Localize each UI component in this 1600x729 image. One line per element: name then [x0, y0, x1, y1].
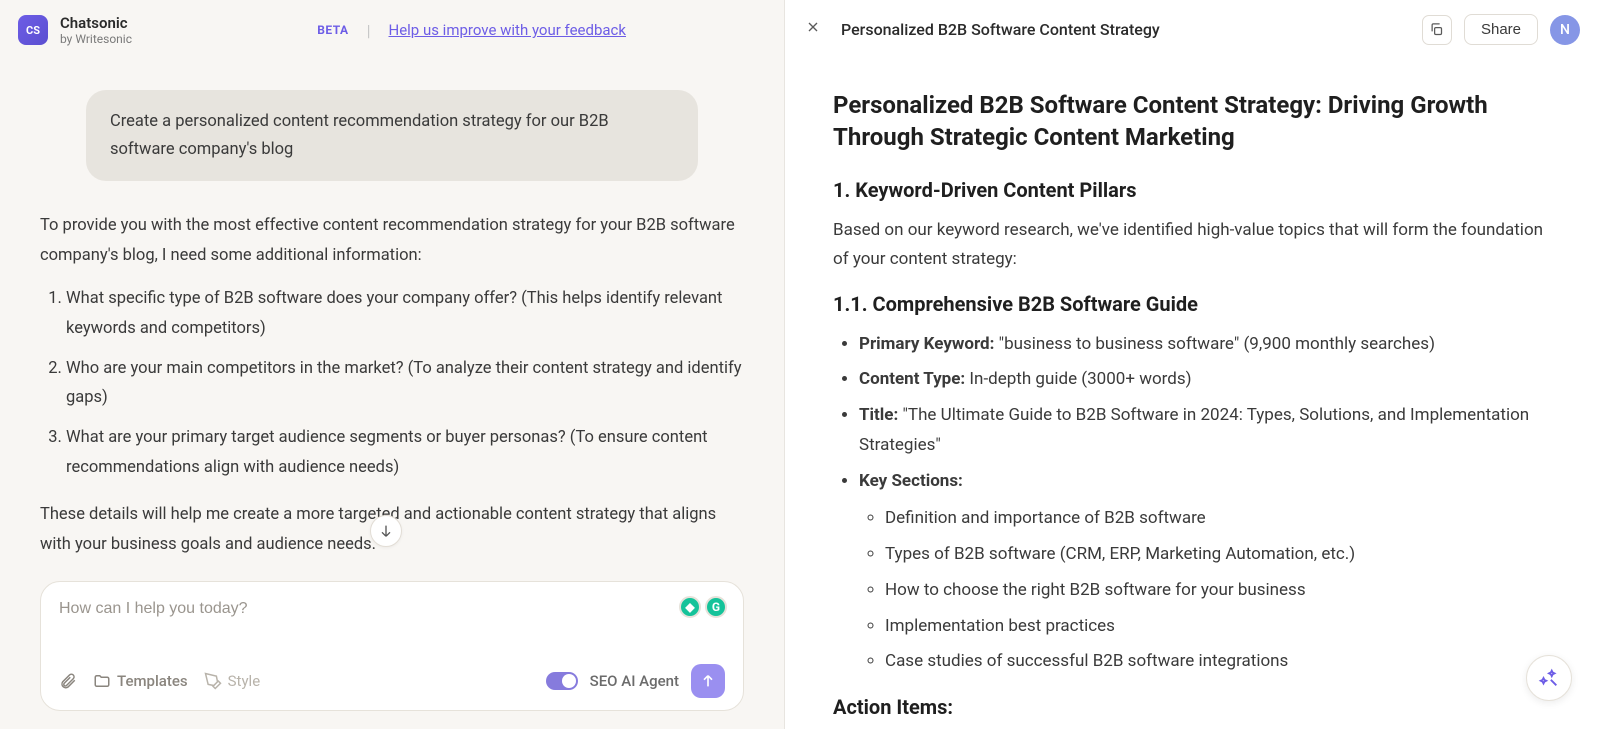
left-header: CS Chatsonic by Writesonic BETA | Help u…	[0, 0, 784, 60]
user-message-bubble: Create a personalized content recommenda…	[86, 90, 698, 180]
document-body[interactable]: Personalized B2B Software Content Strate…	[785, 59, 1600, 729]
message-composer: ◆ G Templates Style SEO AI Agent	[40, 581, 744, 711]
doc-sub-2: Types of B2B software (CRM, ERP, Marketi…	[885, 540, 1544, 570]
seo-agent-toggle[interactable]	[546, 672, 578, 690]
document-header-actions: Share N	[1422, 14, 1580, 45]
header-links: BETA | Help us improve with your feedbac…	[317, 21, 626, 40]
doc-action-items: Action Items:	[833, 695, 1544, 719]
doc-p1: Based on our keyword research, we've ide…	[833, 216, 1544, 274]
document-panel: Personalized B2B Software Content Strate…	[784, 0, 1600, 729]
assistant-question-list: What specific type of B2B software does …	[40, 284, 744, 482]
doc-li-keysections: Key Sections: Definition and importance …	[859, 467, 1544, 678]
style-label: Style	[228, 672, 261, 690]
doc-key-sections-list: Definition and importance of B2B softwar…	[859, 504, 1544, 677]
composer-toolbar: Templates Style SEO AI Agent	[59, 664, 725, 698]
grammarly-tone-icon[interactable]: ◆	[679, 596, 701, 618]
document-title: Personalized B2B Software Content Strate…	[841, 20, 1160, 39]
doc-h3-11: 1.1. Comprehensive B2B Software Guide	[833, 292, 1544, 316]
assistant-intro: To provide you with the most effective c…	[40, 211, 744, 270]
app-subtitle: by Writesonic	[60, 32, 132, 46]
doc-sub-1: Definition and importance of B2B softwar…	[885, 504, 1544, 534]
app-title-block: Chatsonic by Writesonic	[60, 14, 132, 46]
grammarly-badges: ◆ G	[679, 596, 727, 618]
grammarly-icon[interactable]: G	[705, 596, 727, 618]
assistant-q2: Who are your main competitors in the mar…	[66, 354, 744, 413]
doc-h2-1: 1. Keyword-Driven Content Pillars	[833, 178, 1544, 202]
assistant-q1: What specific type of B2B software does …	[66, 284, 744, 343]
feedback-link[interactable]: Help us improve with your feedback	[389, 21, 627, 39]
copy-document-icon[interactable]	[1422, 15, 1452, 45]
doc-sub-5: Case studies of successful B2B software …	[885, 647, 1544, 677]
assistant-message: To provide you with the most effective c…	[40, 211, 744, 560]
document-header: Personalized B2B Software Content Strate…	[785, 0, 1600, 59]
seo-agent-label: SEO AI Agent	[590, 672, 679, 690]
doc-sub-3: How to choose the right B2B software for…	[885, 576, 1544, 606]
close-icon[interactable]	[805, 19, 825, 40]
doc-sub-4: Implementation best practices	[885, 612, 1544, 642]
chat-panel: CS Chatsonic by Writesonic BETA | Help u…	[0, 0, 784, 729]
message-actions	[40, 574, 744, 581]
chat-scroll[interactable]: Create a personalized content recommenda…	[0, 60, 784, 581]
templates-button[interactable]: Templates	[93, 672, 188, 690]
attach-icon[interactable]	[59, 672, 77, 690]
doc-li-primary: Primary Keyword: "business to business s…	[859, 330, 1544, 360]
doc-li-title: Title: "The Ultimate Guide to B2B Softwa…	[859, 401, 1544, 461]
assistant-q3: What are your primary target audience se…	[66, 423, 744, 482]
user-avatar[interactable]: N	[1550, 15, 1580, 45]
templates-label: Templates	[117, 672, 188, 690]
send-button[interactable]	[691, 664, 725, 698]
scroll-down-button[interactable]	[370, 515, 402, 547]
magic-fab-button[interactable]	[1526, 655, 1572, 701]
composer-right: SEO AI Agent	[546, 664, 725, 698]
app-logo: CS	[18, 15, 48, 45]
separator: |	[367, 21, 371, 40]
doc-h1: Personalized B2B Software Content Strate…	[833, 89, 1544, 154]
share-button[interactable]: Share	[1464, 14, 1538, 45]
beta-badge: BETA	[317, 23, 348, 37]
doc-li-content: Content Type: In-depth guide (3000+ word…	[859, 365, 1544, 395]
composer-input[interactable]	[59, 600, 725, 618]
style-button[interactable]: Style	[204, 672, 261, 690]
app-title: Chatsonic	[60, 14, 132, 32]
doc-guide-list: Primary Keyword: "business to business s…	[833, 330, 1544, 678]
